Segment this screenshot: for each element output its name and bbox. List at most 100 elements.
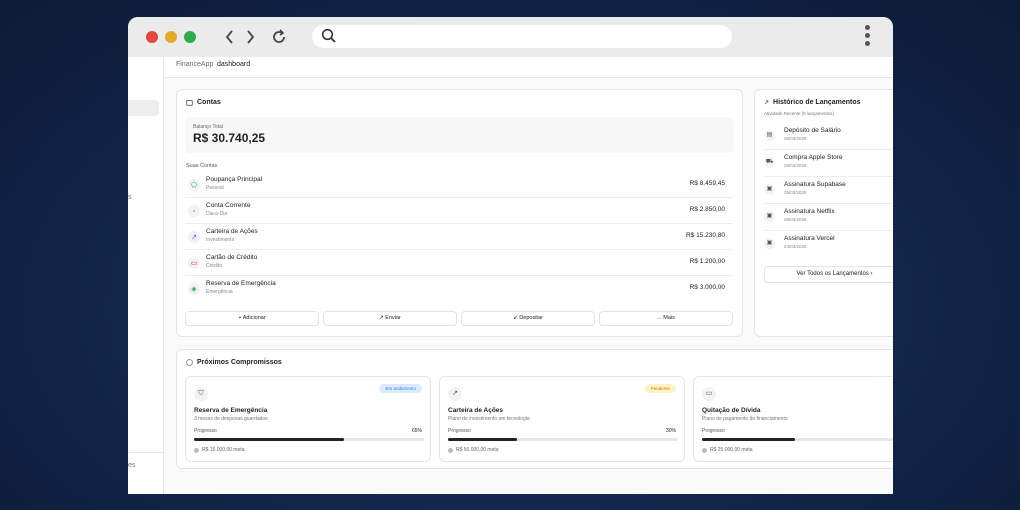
account-amount: R$ 2.850,00 [689, 206, 725, 213]
total-balance-value: R$ 30.740,25 [193, 131, 266, 145]
target-dot-icon [194, 447, 199, 453]
account-type: Emergência [206, 289, 233, 295]
account-amount: R$ 15.230,80 [685, 232, 725, 239]
goal-target-value: R$ 15.000,00 meta [202, 447, 245, 453]
back-icon[interactable] [220, 27, 240, 47]
wallet-icon: ▤ [764, 130, 775, 141]
browser-menu-icon[interactable] [862, 25, 872, 49]
status-badge: Em andamento [379, 384, 422, 393]
transaction-name: Assinatura Vercel [784, 235, 835, 242]
account-row[interactable]: ▭ Cartão de Crédito Crédito R$ 1.200,00 [185, 250, 733, 276]
sidebar-divider [128, 452, 164, 453]
progress-bar [448, 438, 678, 441]
goal-card[interactable]: ▭ Quitação de Dívida Plano de pagamento … [693, 376, 893, 462]
transaction-date: 24/03/2026 [784, 244, 807, 249]
history-card: ↗ Histórico de Lançamentos Atividade Rec… [754, 89, 893, 337]
history-subtitle: Atividade Recente (5 lançamentos) [764, 111, 835, 116]
transaction-row[interactable]: ⛟ Compra Apple Store 26/03/2026 [764, 150, 893, 177]
progress-label: Progresso [702, 428, 725, 434]
credit-card-icon: ▭ [188, 257, 200, 269]
trending-up-icon: ↗ [448, 387, 462, 401]
sidebar: s es [128, 57, 164, 494]
account-amount: R$ 1.200,00 [689, 258, 725, 265]
view-all-transactions-button[interactable]: Ver Todos os Lançamentos › [764, 266, 893, 283]
goal-target: R$ 15.000,00 meta [194, 447, 245, 453]
progress-bar [194, 438, 424, 441]
target-icon [186, 359, 193, 366]
maximize-window-button[interactable] [184, 31, 196, 43]
arrow-up-right-icon: ↗ [764, 100, 770, 106]
target-dot-icon [448, 447, 453, 453]
target-dot-icon [702, 447, 707, 453]
receipt-icon: ▣ [764, 238, 775, 249]
transaction-row[interactable]: ▣ Assinatura Netflix 25/03/2026 [764, 204, 893, 231]
commitments-card-header: Próximos Compromissos [186, 359, 282, 366]
progress-fill [194, 438, 344, 441]
upcoming-commitments-card: Próximos Compromissos ⛉ Em andamento Res… [176, 349, 893, 469]
history-card-header: ↗ Histórico de Lançamentos [764, 99, 861, 106]
total-balance-label: Balanço Total [193, 124, 223, 130]
progress-percent: 65% [411, 428, 422, 434]
add-account-button[interactable]: + Adicionar [185, 311, 319, 326]
accounts-section-label: Suas Contas [186, 163, 218, 169]
forward-icon[interactable] [240, 27, 260, 47]
transaction-name: Compra Apple Store [784, 154, 843, 161]
shield-icon: ◈ [188, 283, 200, 295]
deposit-button[interactable]: ↙ Depositar [461, 311, 595, 326]
accounts-card-title: Contas [197, 99, 221, 106]
account-row[interactable]: ↗ Carteira de Ações Investimento R$ 15.2… [185, 224, 733, 250]
send-button[interactable]: ↗ Enviar [323, 311, 457, 326]
account-row[interactable]: ⬠ Poupança Principal Pessoal R$ 8.459,45 [185, 172, 733, 198]
breadcrumb: FinanceApp dashboard [164, 57, 893, 78]
progress-label: Progresso [194, 428, 217, 434]
goal-description: Plano de investimento em tecnologia [448, 416, 530, 422]
transaction-date: 26/03/2026 [784, 163, 807, 168]
goal-target-value: R$ 50.000,00 meta [456, 447, 499, 453]
progress-fill [702, 438, 795, 441]
reload-icon[interactable] [269, 27, 289, 47]
minimize-window-button[interactable] [165, 31, 177, 43]
account-type: Pessoal [206, 185, 224, 191]
transaction-date: 26/03/2026 [784, 136, 807, 141]
wallet-icon: ▫ [188, 205, 200, 217]
more-button[interactable]: ... Mais [599, 311, 733, 326]
progress-label: Progresso [448, 428, 471, 434]
account-name: Cartão de Crédito [206, 254, 258, 261]
goal-card[interactable]: ⛉ Em andamento Reserva de Emergência 3 m… [185, 376, 431, 462]
history-card-title: Histórico de Lançamentos [773, 99, 861, 106]
account-amount: R$ 3.000,00 [689, 284, 725, 291]
progress-bar [702, 438, 893, 441]
sidebar-label-fragment[interactable]: es [128, 462, 135, 469]
address-bar[interactable] [312, 25, 732, 48]
account-type: Dia-a-Dia [206, 211, 228, 217]
close-window-button[interactable] [146, 31, 158, 43]
transaction-row[interactable]: ▣ Assinatura Supabase 25/03/2026 [764, 177, 893, 204]
credit-card-icon: ▭ [702, 387, 716, 401]
account-row[interactable]: ◈ Reserva de Emergência Emergência R$ 3.… [185, 276, 733, 302]
browser-window: s es FinanceApp dashboard Contas Balanço… [128, 17, 893, 494]
goal-description: 3 meses de despesas guardados [194, 416, 268, 422]
transaction-row[interactable]: ▣ Assinatura Vercel 24/03/2026 [764, 231, 893, 258]
breadcrumb-page: dashboard [217, 61, 251, 68]
sidebar-label-fragment[interactable]: s [128, 194, 132, 201]
status-badge: Pendente [644, 384, 676, 393]
goal-card[interactable]: ↗ Pendente Carteira de Ações Plano de in… [439, 376, 685, 462]
receipt-icon: ▣ [764, 211, 775, 222]
arrow-right-icon: › [870, 271, 873, 277]
progress-percent: 30% [665, 428, 676, 434]
account-row[interactable]: ▫ Conta Corrente Dia-a-Dia R$ 2.850,00 [185, 198, 733, 224]
goal-description: Plano de pagamento de financiamento [702, 416, 788, 422]
sidebar-item-active[interactable] [128, 100, 159, 116]
piggy-bank-icon: ⬠ [188, 179, 200, 191]
account-type: Investimento [206, 237, 235, 243]
breadcrumb-app[interactable]: FinanceApp [176, 61, 213, 68]
transaction-row[interactable]: ▤ Depósito de Salário 26/03/2026 [764, 123, 893, 150]
browser-titlebar [128, 17, 893, 57]
shield-icon: ⛉ [194, 387, 208, 401]
cart-icon: ⛟ [764, 157, 775, 168]
transaction-date: 25/03/2026 [784, 190, 807, 195]
transaction-name: Assinatura Supabase [784, 181, 846, 188]
accounts-card: Contas Balanço Total R$ 30.740,25 Suas C… [176, 89, 743, 337]
commitments-card-title: Próximos Compromissos [197, 359, 282, 366]
goal-title: Quitação de Dívida [702, 407, 761, 414]
